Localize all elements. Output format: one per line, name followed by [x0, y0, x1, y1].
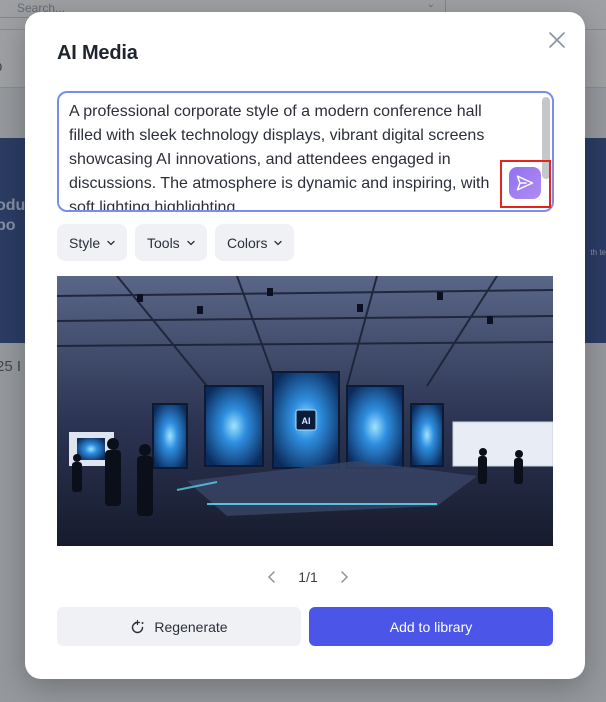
colors-dropdown[interactable]: Colors [215, 224, 294, 261]
pager-count: 1/1 [298, 569, 318, 585]
regenerate-label: Regenerate [154, 618, 228, 635]
chevron-down-icon [187, 240, 195, 245]
close-icon [549, 32, 565, 48]
conference-hall-illustration: AI [57, 276, 553, 546]
send-button[interactable] [509, 167, 541, 199]
prev-image-button[interactable] [263, 568, 281, 586]
ai-media-modal: AI Media A professional corporate style … [25, 12, 585, 679]
next-image-button[interactable] [335, 568, 353, 586]
refresh-sparkle-icon [132, 619, 144, 633]
close-button[interactable] [547, 30, 567, 50]
colors-dropdown-label: Colors [227, 234, 268, 251]
regenerate-button[interactable]: Regenerate [57, 607, 301, 646]
prompt-textarea[interactable]: A professional corporate style of a mode… [57, 91, 554, 212]
add-to-library-label: Add to library [389, 618, 473, 635]
tools-dropdown-label: Tools [147, 234, 180, 251]
chevron-left-icon [267, 571, 275, 583]
tools-dropdown[interactable]: Tools [135, 224, 207, 261]
chevron-down-icon [107, 240, 115, 245]
send-icon [516, 175, 534, 191]
modal-title: AI Media [57, 42, 138, 64]
generated-image[interactable]: AI [57, 276, 553, 546]
prompt-text[interactable]: A professional corporate style of a mode… [69, 100, 499, 210]
chevron-down-icon [274, 240, 283, 245]
style-dropdown[interactable]: Style [57, 224, 127, 261]
image-chip-label: AI [302, 416, 311, 426]
style-dropdown-label: Style [69, 234, 101, 251]
add-to-library-button[interactable]: Add to library [309, 607, 553, 646]
image-pager: 1/1 [263, 566, 353, 588]
chevron-right-icon [341, 571, 349, 583]
